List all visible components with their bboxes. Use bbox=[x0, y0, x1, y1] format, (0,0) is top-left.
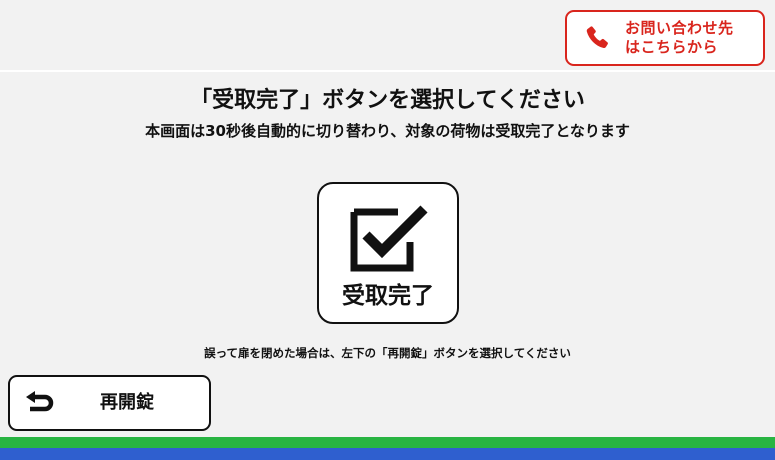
top-bar: お問い合わせ先 はこちらから bbox=[0, 0, 775, 72]
relock-button[interactable]: 再開錠 bbox=[8, 375, 211, 431]
page-title: 「受取完了」ボタンを選択してください bbox=[190, 88, 585, 113]
relock-instruction: 誤って扉を閉めた場合は、左下の「再開錠」ボタンを選択してください bbox=[204, 346, 571, 360]
relock-button-label: 再開錠 bbox=[100, 392, 154, 413]
footer-stripe-blue bbox=[0, 448, 775, 460]
pickup-complete-label: 受取完了 bbox=[342, 283, 434, 309]
contact-button[interactable]: お問い合わせ先 はこちらから bbox=[565, 10, 765, 66]
pickup-complete-button[interactable]: 受取完了 bbox=[317, 182, 459, 324]
footer-stripe-green bbox=[0, 437, 775, 448]
pickup-complete-screen: お問い合わせ先 はこちらから 「受取完了」ボタンを選択してください 本画面は30… bbox=[0, 0, 775, 460]
phone-icon bbox=[586, 26, 608, 49]
auto-complete-notice: 本画面は30秒後自動的に切り替わり、対象の荷物は受取完了となります bbox=[145, 122, 630, 140]
return-arrow-icon bbox=[26, 391, 54, 412]
contact-button-label: お問い合わせ先 はこちらから bbox=[625, 19, 734, 56]
checkbox-checked-icon bbox=[350, 205, 428, 272]
